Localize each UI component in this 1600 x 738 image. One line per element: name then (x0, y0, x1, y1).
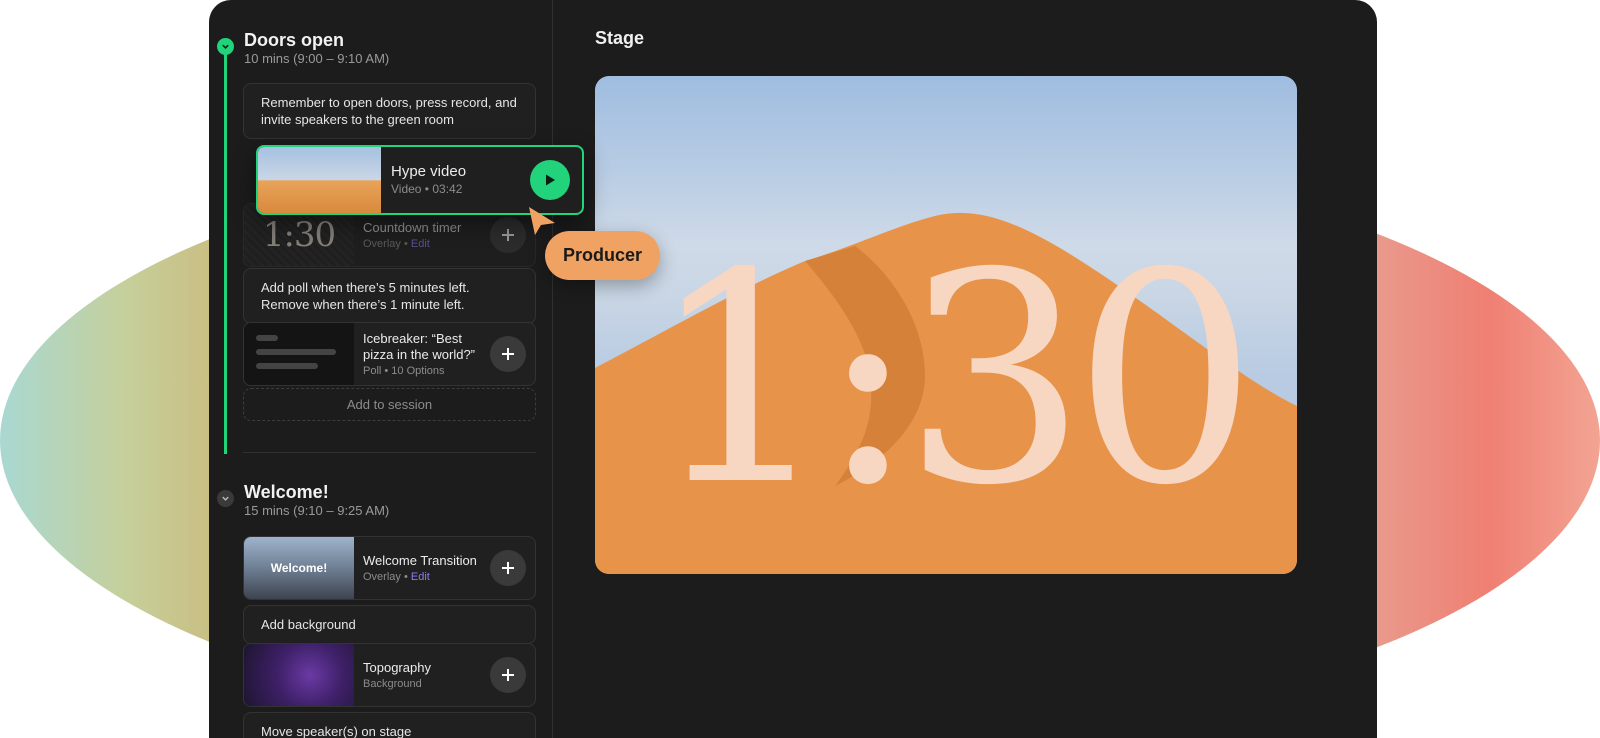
play-icon[interactable] (530, 160, 570, 200)
timer-title: Countdown timer (363, 220, 462, 235)
add-icon[interactable] (490, 550, 526, 586)
collapse-icon[interactable] (217, 38, 234, 55)
poll-title: Icebreaker: “Best pizza in the world?” (363, 331, 475, 362)
poll-thumbnail (244, 323, 354, 385)
edit-link[interactable]: Edit (411, 571, 430, 583)
add-icon[interactable] (490, 657, 526, 693)
countdown-display: 1:30 (648, 212, 1257, 549)
transition-title: Welcome Transition (363, 553, 477, 568)
cursor-pointer-icon (529, 207, 555, 235)
edit-link[interactable]: Edit (411, 238, 430, 250)
topography-thumbnail (244, 644, 354, 706)
stage-title: Stage (595, 28, 645, 48)
background-note-card[interactable]: Add background (243, 605, 536, 644)
welcome-transition-card[interactable]: Welcome! Welcome Transition Overlay • Ed… (243, 536, 536, 600)
note-card[interactable]: Remember to open doors, press record, an… (243, 83, 536, 139)
add-icon[interactable] (490, 336, 526, 372)
topography-title: Topography (363, 660, 431, 675)
add-icon[interactable] (490, 217, 526, 253)
note-text: Remember to open doors, press record, an… (261, 95, 517, 127)
producer-cursor-label: Producer (545, 231, 661, 280)
timeline-rail (224, 50, 227, 454)
hype-thumbnail (258, 147, 381, 213)
section-divider (243, 452, 536, 453)
hype-title: Hype video (391, 163, 467, 180)
app-window: Doors open 10 mins (9:00 – 9:10 AM) Reme… (209, 0, 1377, 738)
topography-card[interactable]: Topography Background (243, 643, 536, 707)
poll-sub: Poll • 10 Options (363, 365, 445, 377)
session-duration: 15 mins (9:10 – 9:25 AM) (244, 503, 390, 518)
run-of-show-sidebar: Doors open 10 mins (9:00 – 9:10 AM) Reme… (209, 0, 553, 738)
session-title: Doors open (244, 30, 345, 50)
poll-card[interactable]: Icebreaker: “Best pizza in the world?” P… (243, 322, 536, 386)
speaker-note-card[interactable]: Move speaker(s) on stage (243, 712, 536, 738)
session-title: Welcome! (244, 482, 329, 502)
note-text: Move speaker(s) on stage (261, 724, 412, 738)
stage-panel: Stage 1:30 (554, 0, 1377, 738)
welcome-thumbnail: Welcome! (244, 537, 354, 599)
note-text: Add poll when there’s 5 minutes left. Re… (261, 280, 470, 312)
poll-note-card[interactable]: Add poll when there’s 5 minutes left. Re… (243, 268, 536, 324)
topography-sub: Background (363, 678, 422, 690)
add-to-session-button[interactable]: Add to session (243, 388, 536, 421)
stage-preview[interactable]: 1:30 (595, 76, 1297, 574)
note-text: Add background (261, 617, 356, 632)
session-duration: 10 mins (9:00 – 9:10 AM) (244, 51, 390, 66)
hype-sub: Video • 03:42 (391, 182, 463, 196)
expand-icon[interactable] (217, 490, 234, 507)
